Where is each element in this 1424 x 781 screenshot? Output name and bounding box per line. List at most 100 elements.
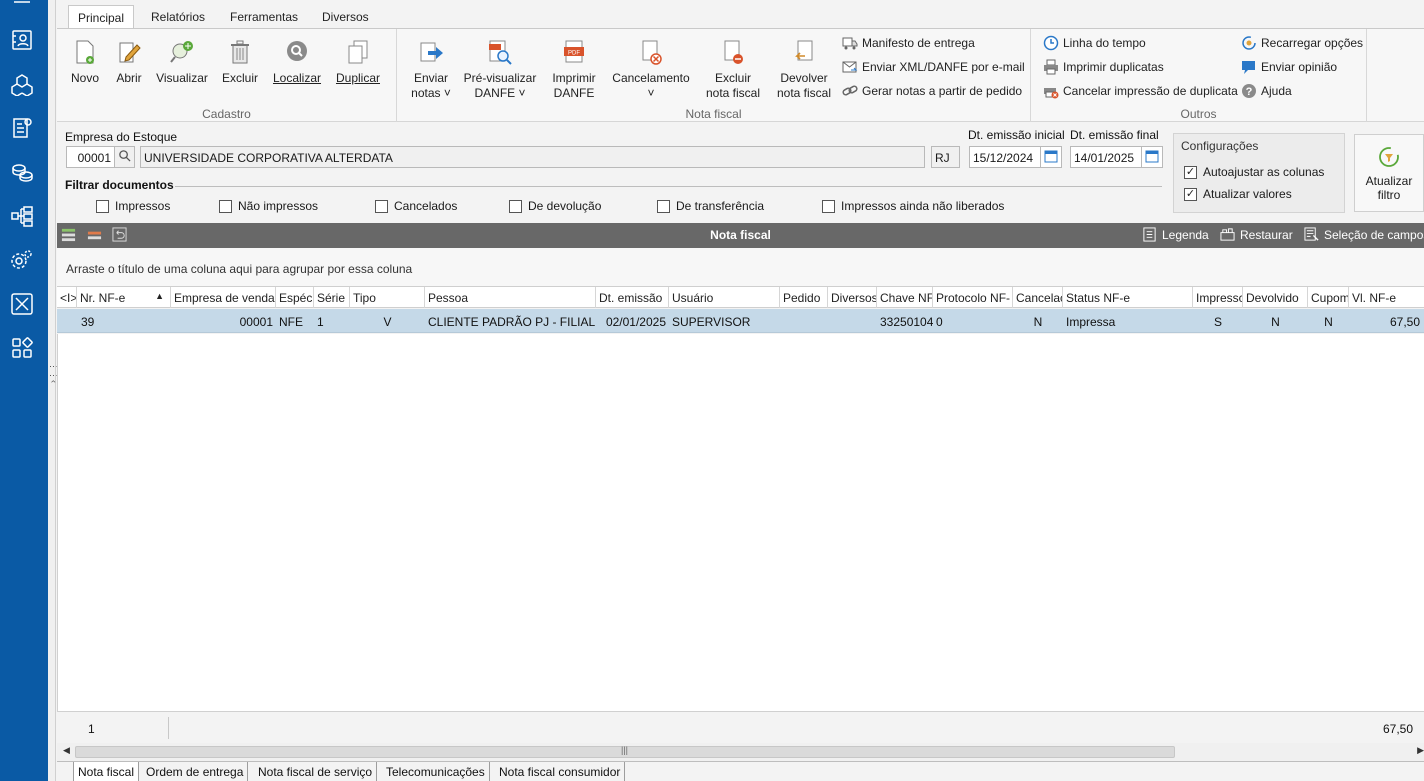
printer-icon	[1043, 59, 1059, 75]
col-diversos[interactable]: Diversos	[828, 287, 877, 308]
view-icon	[168, 37, 196, 67]
imprimir-danfe-line1: Imprimir	[552, 71, 596, 85]
chk-autoajustar[interactable]: ✓ Autoajustar as colunas	[1184, 165, 1324, 179]
imprimir-duplicatas-button[interactable]: Imprimir duplicatas	[1043, 58, 1164, 76]
chk-transferencia[interactable]: De transferência	[657, 199, 764, 213]
col-tipo[interactable]: Tipo	[350, 287, 425, 308]
coins-icon[interactable]	[10, 160, 34, 184]
excluir-label: Excluir	[221, 71, 258, 85]
tab-relatorios[interactable]: Relatórios	[142, 5, 214, 29]
col-cupom[interactable]: Cupom	[1308, 287, 1349, 308]
invoice-icon[interactable]	[10, 116, 34, 140]
scroll-left-icon[interactable]: ◀	[63, 745, 70, 756]
btab-ordem-entrega[interactable]: Ordem de entrega	[142, 762, 249, 781]
chk-atualizar-valores[interactable]: ✓ Atualizar valores	[1184, 187, 1292, 201]
col-pedido[interactable]: Pedido	[780, 287, 828, 308]
imprimir-danfe-button[interactable]: PDF Imprimir DANFE	[547, 37, 601, 101]
panel-splitter[interactable]: ⋮⋮‹	[48, 0, 59, 781]
checkbox-icon	[96, 199, 109, 213]
boxes-icon[interactable]	[10, 72, 34, 96]
novo-button[interactable]: Novo	[69, 37, 101, 86]
enviar-xml-label: Enviar XML/DANFE por e-mail	[862, 60, 1025, 74]
group-outros: Linha do tempo Imprimir duplicatas Cance…	[1031, 29, 1367, 122]
devolver-nota-fiscal-button[interactable]: Devolver nota fiscal	[773, 37, 835, 101]
dt-inicial-input[interactable]: 15/12/2024	[969, 146, 1041, 168]
enviar-notas-button[interactable]: Enviar notas ˅	[407, 37, 455, 101]
excluir-nota-fiscal-button[interactable]: Excluir nota fiscal	[701, 37, 765, 101]
tab-ferramentas[interactable]: Ferramentas	[221, 5, 307, 29]
dt-inicial-calendar-button[interactable]	[1040, 146, 1062, 168]
restore-icon	[1220, 228, 1235, 241]
alterdata-logo-icon[interactable]	[10, 292, 34, 316]
col-indicator[interactable]: <I>	[57, 287, 77, 308]
group-nota-fiscal: Enviar notas ˅ Pré-visualizar DANFE ˅ PD…	[397, 29, 1031, 122]
selecao-campos-button[interactable]: Seleção de campos	[1304, 227, 1424, 242]
cancelamento-button[interactable]: Cancelamento ˅	[611, 37, 691, 101]
legenda-button[interactable]: Legenda	[1142, 227, 1209, 242]
empresa-code-input[interactable]: 00001	[66, 146, 115, 168]
grid-title: Nota fiscal	[710, 228, 771, 242]
cancelar-impressao-label: Cancelar impressão de duplicata	[1063, 84, 1238, 98]
filter-panel: Empresa do Estoque 00001 UNIVERSIDADE CO…	[57, 123, 1424, 223]
settings-icon[interactable]	[10, 248, 34, 272]
apps-grid-icon[interactable]	[10, 336, 34, 360]
scrollbar-thumb[interactable]: |||	[75, 745, 1175, 758]
horizontal-scrollbar[interactable]: ◀ ||| ▶	[57, 743, 1424, 761]
btab-telecomunicacoes[interactable]: Telecomunicações	[382, 762, 490, 781]
ajuda-button[interactable]: ? Ajuda	[1241, 82, 1292, 100]
chk-cancelados[interactable]: Cancelados	[375, 199, 457, 213]
contacts-icon[interactable]	[10, 28, 34, 52]
gerar-notas-button[interactable]: Gerar notas a partir de pedido	[842, 82, 1022, 100]
chk-impressos[interactable]: Impressos	[96, 199, 170, 213]
scroll-right-icon[interactable]: ▶	[1417, 745, 1424, 756]
col-usuario[interactable]: Usuário	[669, 287, 780, 308]
abrir-button[interactable]: Abrir	[113, 37, 145, 86]
col-protocolo[interactable]: Protocolo NF-	[933, 287, 1013, 308]
checkbox-icon	[822, 199, 835, 213]
col-empresa-venda[interactable]: Empresa de venda	[171, 287, 276, 308]
col-vl-nfe[interactable]: Vl. NF-e	[1349, 287, 1424, 308]
restaurar-button[interactable]: Restaurar	[1220, 227, 1293, 242]
excluir-button[interactable]: Excluir	[221, 37, 259, 86]
checkbox-icon	[375, 199, 388, 213]
enviar-opiniao-button[interactable]: Enviar opinião	[1241, 58, 1337, 76]
linha-do-tempo-button[interactable]: Linha do tempo	[1043, 34, 1146, 52]
visualizar-button[interactable]: Visualizar	[155, 37, 209, 86]
pre-visualizar-danfe-button[interactable]: Pré-visualizar DANFE ˅	[463, 37, 537, 101]
recarregar-opcoes-button[interactable]: Recarregar opções	[1241, 34, 1363, 52]
legenda-label: Legenda	[1162, 227, 1209, 242]
cancelar-impressao-button[interactable]: Cancelar impressão de duplicata	[1043, 82, 1238, 100]
pdf-print-icon: PDF	[560, 37, 588, 67]
enviar-xml-button[interactable]: Enviar XML/DANFE por e-mail	[842, 58, 1025, 76]
col-serie[interactable]: Série	[314, 287, 350, 308]
dt-final-calendar-button[interactable]	[1141, 146, 1163, 168]
empresa-search-button[interactable]	[114, 146, 135, 168]
group-by-area[interactable]: Arraste o título de uma coluna aqui para…	[57, 248, 1424, 286]
col-nr-nfe[interactable]: Nr. NF-e ▲	[77, 287, 171, 308]
localizar-button[interactable]: Localizar	[272, 37, 322, 86]
chk-nao-impressos[interactable]: Não impressos	[219, 199, 318, 213]
col-devolvido[interactable]: Devolvido	[1243, 287, 1308, 308]
dt-final-input[interactable]: 14/01/2025	[1070, 146, 1142, 168]
duplicar-button[interactable]: Duplicar	[334, 37, 382, 86]
atualizar-filtro-button[interactable]: Atualizar filtro	[1354, 134, 1424, 212]
col-pessoa[interactable]: Pessoa	[425, 287, 596, 308]
col-impresso[interactable]: Impressc	[1193, 287, 1243, 308]
tab-principal[interactable]: Principal	[68, 5, 135, 29]
col-status-nfe[interactable]: Status NF-e	[1063, 287, 1193, 308]
col-chave-nf[interactable]: Chave NF	[877, 287, 933, 308]
col-dt-emissao[interactable]: Dt. emissão	[596, 287, 669, 308]
table-row[interactable]: 39 00001 NFE 1 V CLIENTE PADRÃO PJ - FIL…	[57, 309, 1424, 333]
col-especie[interactable]: Espécie	[276, 287, 314, 308]
workflow-icon[interactable]	[10, 204, 34, 228]
manifesto-entrega-button[interactable]: Manifesto de entrega	[842, 34, 975, 52]
btab-nota-fiscal[interactable]: Nota fiscal	[73, 762, 140, 781]
chk-nao-liberados[interactable]: Impressos ainda não liberados	[822, 199, 1004, 213]
col-cancelada[interactable]: Cancelac	[1013, 287, 1063, 308]
cell-tipo: V	[383, 315, 392, 329]
btab-nf-consumidor[interactable]: Nota fiscal consumidor	[495, 762, 626, 781]
btab-nf-servico[interactable]: Nota fiscal de serviço	[254, 762, 378, 781]
chk-devolucao[interactable]: De devolução	[509, 199, 601, 213]
menu-icon[interactable]	[10, 0, 34, 8]
tab-diversos[interactable]: Diversos	[313, 5, 378, 29]
